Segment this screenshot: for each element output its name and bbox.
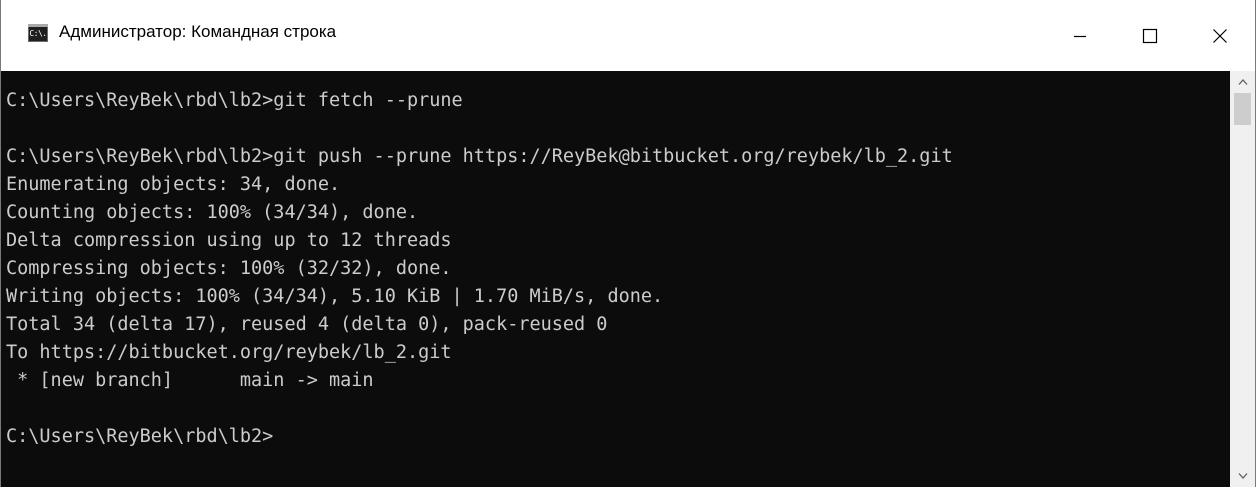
console-line: C:\Users\ReyBek\rbd\lb2>git fetch --prun…: [6, 90, 463, 111]
vertical-scrollbar[interactable]: [1230, 71, 1255, 487]
maximize-button[interactable]: [1115, 0, 1185, 71]
close-icon: [1213, 28, 1227, 43]
console-line: Compressing objects: 100% (32/32), done.: [6, 258, 452, 279]
chevron-down-icon: [1238, 473, 1247, 479]
minimize-icon: [1074, 35, 1086, 37]
console-line: To https://bitbucket.org/reybek/lb_2.git: [6, 342, 452, 363]
console-line: Writing objects: 100% (34/34), 5.10 KiB …: [6, 286, 664, 307]
console-line: Total 34 (delta 17), reused 4 (delta 0),…: [6, 314, 608, 335]
minimize-button[interactable]: [1045, 0, 1115, 71]
scroll-down-button[interactable]: [1230, 465, 1255, 487]
chevron-up-icon: [1238, 79, 1247, 85]
console-line: C:\Users\ReyBek\rbd\lb2>git push --prune…: [6, 146, 953, 167]
console-line: * [new branch] main -> main: [6, 370, 374, 391]
console-line: Delta compression using up to 12 threads: [6, 230, 452, 251]
scroll-up-button[interactable]: [1230, 71, 1255, 93]
command-prompt-window: C:\. Администратор: Командная строка C:\…: [0, 0, 1256, 487]
console-line: Counting objects: 100% (34/34), done.: [6, 202, 419, 223]
console-output[interactable]: C:\Users\ReyBek\rbd\lb2>git fetch --prun…: [1, 71, 1230, 487]
console-line: Enumerating objects: 34, done.: [6, 174, 341, 195]
console-prompt-line: C:\Users\ReyBek\rbd\lb2>: [6, 426, 274, 447]
cmd-app-icon[interactable]: C:\.: [28, 24, 48, 42]
maximize-icon: [1142, 28, 1158, 43]
scroll-thumb[interactable]: [1234, 93, 1251, 125]
close-button[interactable]: [1185, 0, 1255, 71]
title-bar[interactable]: C:\. Администратор: Командная строка: [1, 0, 1255, 71]
window-title: Администратор: Командная строка: [59, 22, 337, 41]
